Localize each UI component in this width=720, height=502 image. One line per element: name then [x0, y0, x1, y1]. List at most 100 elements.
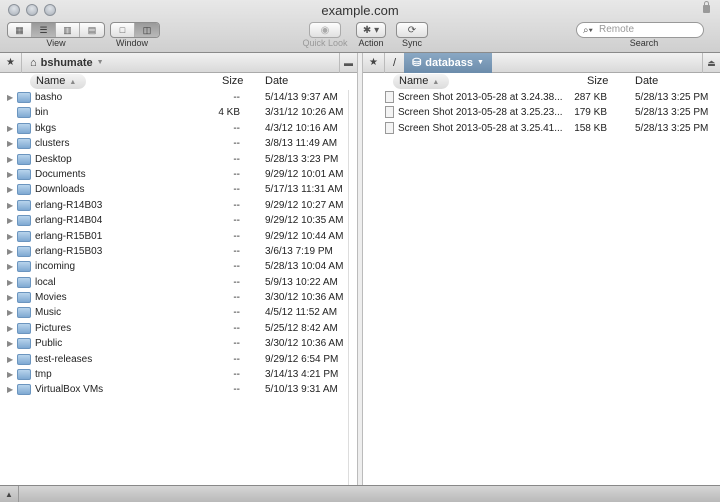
file-size: 4 KB	[218, 107, 240, 119]
file-row[interactable]: Screen Shot 2013-05-28 at 3.25.23... 179 …	[363, 105, 720, 120]
file-row[interactable]: ▶ VirtualBox VMs -- 5/10/13 9:31 AM	[0, 382, 357, 397]
search-input[interactable]: ⌕▾ Remote	[576, 22, 704, 38]
file-row[interactable]: ▶ Desktop -- 5/28/13 3:23 PM	[0, 152, 357, 167]
folder-icon	[17, 245, 31, 257]
coverflow-view-button[interactable]: ▤	[80, 23, 104, 37]
file-row[interactable]: ▶ bkgs -- 4/3/12 10:16 AM	[0, 121, 357, 136]
file-row[interactable]: ▶ tmp -- 3/14/13 4:21 PM	[0, 367, 357, 382]
path-crumb-databass[interactable]: ⛁ databass ▼	[404, 52, 492, 73]
file-date: 5/28/13 3:23 PM	[265, 153, 339, 165]
file-row[interactable]: ▶ Music -- 4/5/12 11:52 AM	[0, 305, 357, 320]
disclosure-triangle-icon[interactable]: ▶	[7, 290, 13, 305]
disclosure-triangle-icon[interactable]: ▶	[7, 382, 13, 397]
quicklook-button[interactable]: ◉	[309, 22, 341, 38]
left-pane: ★ ⌂ bshumate ▼ ▬ Name ▲ Size Date ▶ basho -…	[0, 52, 357, 486]
single-pane-button[interactable]: □	[111, 23, 135, 37]
search-placeholder: Remote	[599, 24, 635, 35]
file-date: 3/30/12 10:36 AM	[265, 292, 344, 304]
eject-icon: ⏏	[707, 57, 716, 68]
favorites-button[interactable]: ★	[0, 52, 22, 73]
list-view-button[interactable]: ☰	[32, 23, 56, 37]
file-row[interactable]: Screen Shot 2013-05-28 at 3.25.41... 158 …	[363, 121, 720, 136]
left-column-header: Name ▲ Size Date	[0, 73, 357, 90]
pane-toggle-button[interactable]: ▬	[339, 53, 357, 73]
dual-pane-button[interactable]: ◫	[135, 23, 159, 37]
file-size: --	[233, 138, 240, 150]
file-row[interactable]: ▶ erlang-R15B03 -- 3/6/13 7:19 PM	[0, 244, 357, 259]
file-size: --	[233, 153, 240, 165]
disclosure-triangle-icon[interactable]: ▶	[7, 336, 13, 351]
eject-button[interactable]: ⏏	[702, 53, 720, 73]
file-name: incoming	[35, 261, 76, 273]
disclosure-triangle-icon[interactable]: ▶	[7, 352, 13, 367]
sync-button[interactable]: ⟳	[396, 22, 428, 38]
chevron-down-icon: ▼	[476, 59, 484, 66]
icon-view-button[interactable]: ▦	[8, 23, 32, 37]
transfer-panel-toggle[interactable]: ▲	[0, 486, 19, 502]
file-size: --	[233, 353, 240, 365]
column-name-header[interactable]: Name ▲	[393, 74, 450, 89]
file-date: 9/29/12 10:01 AM	[265, 168, 344, 180]
disclosure-triangle-icon[interactable]: ▶	[7, 90, 13, 105]
disclosure-triangle-icon[interactable]: ▶	[7, 305, 13, 320]
disclosure-triangle-icon[interactable]: ▶	[7, 136, 13, 151]
file-row[interactable]: ▶ Movies -- 3/30/12 10:36 AM	[0, 290, 357, 305]
action-label: Action	[358, 38, 384, 48]
file-date: 3/30/12 10:36 AM	[265, 338, 344, 350]
column-date-header[interactable]: Date	[265, 75, 288, 87]
file-size: --	[233, 168, 240, 180]
column-size-header[interactable]: Size	[587, 75, 608, 87]
file-name: Downloads	[35, 184, 85, 196]
disclosure-triangle-icon[interactable]: ▶	[7, 152, 13, 167]
crumb-label: bshumate	[40, 56, 93, 69]
sort-ascending-icon: ▲	[69, 79, 77, 86]
sync-icon: ⟳	[407, 24, 417, 36]
file-row[interactable]: ▶ erlang-R14B03 -- 9/29/12 10:27 AM	[0, 198, 357, 213]
column-size-header[interactable]: Size	[222, 75, 243, 87]
file-row[interactable]: ▶ incoming -- 5/28/13 10:04 AM	[0, 259, 357, 274]
disclosure-triangle-icon[interactable]: ▶	[7, 182, 13, 197]
file-name: Screen Shot 2013-05-28 at 3.25.23...	[398, 107, 563, 119]
file-row[interactable]: bin 4 KB 3/31/12 10:26 AM	[0, 105, 357, 120]
path-crumb-home[interactable]: ⌂ bshumate ▼	[22, 53, 112, 73]
favorites-button[interactable]: ★	[363, 52, 385, 73]
column-name-header[interactable]: Name ▲	[30, 74, 87, 89]
file-row[interactable]: Screen Shot 2013-05-28 at 3.24.38... 287 …	[363, 90, 720, 105]
disclosure-triangle-icon[interactable]: ▶	[7, 275, 13, 290]
file-row[interactable]: ▶ Pictures -- 5/25/12 8:42 AM	[0, 321, 357, 336]
file-row[interactable]: ▶ erlang-R14B04 -- 9/29/12 10:35 AM	[0, 213, 357, 228]
file-date: 3/31/12 10:26 AM	[265, 107, 344, 119]
action-button[interactable]: ✱ ▾	[356, 22, 386, 38]
file-row[interactable]: ▶ basho -- 5/14/13 9:37 AM	[0, 90, 357, 105]
file-name: erlang-R15B01	[35, 230, 103, 242]
drawer-icon: ▬	[344, 58, 353, 68]
left-scrollbar[interactable]	[348, 90, 356, 486]
column-view-button[interactable]: ▥	[56, 23, 80, 37]
disclosure-triangle-icon[interactable]: ▶	[7, 167, 13, 182]
sync-label: Sync	[401, 38, 422, 48]
file-name: bkgs	[35, 122, 57, 134]
file-row[interactable]: ▶ erlang-R15B01 -- 9/29/12 10:44 AM	[0, 229, 357, 244]
image-file-icon	[385, 106, 394, 119]
file-row[interactable]: ▶ Documents -- 9/29/12 10:01 AM	[0, 167, 357, 182]
file-size: --	[233, 215, 240, 227]
file-name: Screen Shot 2013-05-28 at 3.25.41...	[398, 122, 563, 134]
file-row[interactable]: ▶ Public -- 3/30/12 10:36 AM	[0, 336, 357, 351]
disclosure-triangle-icon[interactable]: ▶	[7, 213, 13, 228]
disclosure-triangle-icon[interactable]: ▶	[7, 321, 13, 336]
file-row[interactable]: ▶ Downloads -- 5/17/13 11:31 AM	[0, 182, 357, 197]
file-row[interactable]: ▶ clusters -- 3/8/13 11:49 AM	[0, 136, 357, 151]
disclosure-triangle-icon[interactable]: ▶	[7, 121, 13, 136]
disclosure-triangle-icon[interactable]: ▶	[7, 367, 13, 382]
file-date: 9/29/12 10:35 AM	[265, 215, 344, 227]
folder-icon	[17, 276, 31, 288]
disclosure-triangle-icon[interactable]: ▶	[7, 244, 13, 259]
disclosure-triangle-icon[interactable]: ▶	[7, 259, 13, 274]
column-date-header[interactable]: Date	[635, 75, 658, 87]
file-date: 9/29/12 10:27 AM	[265, 199, 344, 211]
file-row[interactable]: ▶ local -- 5/9/13 10:22 AM	[0, 275, 357, 290]
path-crumb-root[interactable]: /	[385, 53, 404, 73]
disclosure-triangle-icon[interactable]: ▶	[7, 198, 13, 213]
file-row[interactable]: ▶ test-releases -- 9/29/12 6:54 PM	[0, 352, 357, 367]
disclosure-triangle-icon[interactable]: ▶	[7, 229, 13, 244]
